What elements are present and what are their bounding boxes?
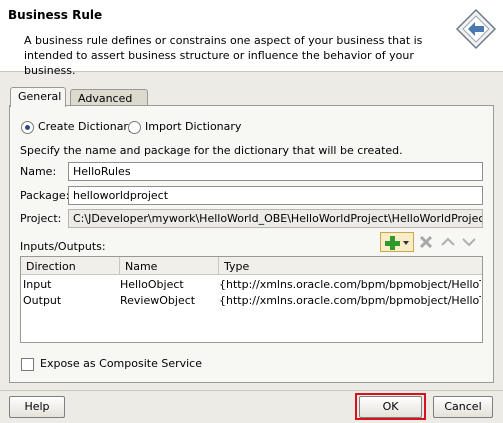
tab-advanced[interactable]: Advanced — [70, 89, 148, 106]
create-dictionary-radio[interactable] — [21, 121, 34, 134]
row-direction: Output — [23, 294, 62, 307]
dialog-header: Business Rule A business rule defines or… — [0, 0, 503, 77]
table-row[interactable]: Input HelloObject {http://xmlns.oracle.c… — [21, 276, 482, 292]
import-dictionary-label[interactable]: Import Dictionary — [145, 120, 241, 133]
table-header: Direction Name Type — [21, 257, 482, 275]
row-type: {http://xmlns.oracle.com/bpm/bpmobject/H… — [219, 278, 481, 291]
tab-general[interactable]: General — [10, 87, 66, 107]
dialog-description: A business rule defines or constrains on… — [24, 34, 423, 77]
business-rule-logo-icon — [455, 8, 497, 50]
package-field[interactable]: helloworldproject — [68, 186, 483, 205]
footer-divider — [0, 390, 503, 391]
dialog-title: Business Rule — [8, 8, 103, 22]
project-label: Project: — [20, 212, 62, 225]
tab-general-label: General — [18, 90, 62, 103]
name-field[interactable]: HelloRules — [68, 162, 483, 181]
column-header-direction[interactable]: Direction — [26, 260, 76, 273]
row-direction: Input — [23, 278, 52, 291]
expose-composite-checkbox[interactable] — [21, 358, 34, 371]
inputs-outputs-label: Inputs/Outputs: — [20, 240, 106, 253]
delete-icon[interactable] — [419, 235, 433, 249]
column-divider — [218, 257, 219, 275]
column-header-type[interactable]: Type — [224, 260, 249, 273]
add-icon — [385, 236, 409, 250]
ok-button[interactable]: OK — [359, 396, 422, 418]
instruction-text: Specify the name and package for the dic… — [20, 144, 403, 157]
add-io-button[interactable] — [380, 232, 414, 252]
name-label: Name: — [20, 165, 57, 178]
move-up-icon[interactable] — [441, 236, 455, 248]
row-type: {http://xmlns.oracle.com/bpm/bpmobject/H… — [219, 294, 481, 307]
help-button[interactable]: Help — [9, 396, 65, 418]
tab-advanced-label: Advanced — [78, 92, 133, 105]
table-row[interactable]: Output ReviewObject {http://xmlns.oracle… — [21, 292, 482, 308]
inputs-outputs-table[interactable]: Direction Name Type Input HelloObject {h… — [20, 256, 483, 343]
row-name: ReviewObject — [120, 294, 196, 307]
cancel-button[interactable]: Cancel — [433, 396, 493, 418]
package-label: Package: — [20, 189, 70, 202]
column-divider — [119, 257, 120, 275]
create-dictionary-label[interactable]: Create Dictionary — [38, 120, 134, 133]
project-field: C:\JDeveloper\mywork\HelloWorld_OBE\Hell… — [68, 209, 483, 228]
move-down-icon[interactable] — [462, 236, 476, 248]
column-header-name[interactable]: Name — [125, 260, 157, 273]
import-dictionary-radio[interactable] — [128, 121, 141, 134]
row-name: HelloObject — [120, 278, 184, 291]
expose-composite-label[interactable]: Expose as Composite Service — [40, 357, 202, 370]
